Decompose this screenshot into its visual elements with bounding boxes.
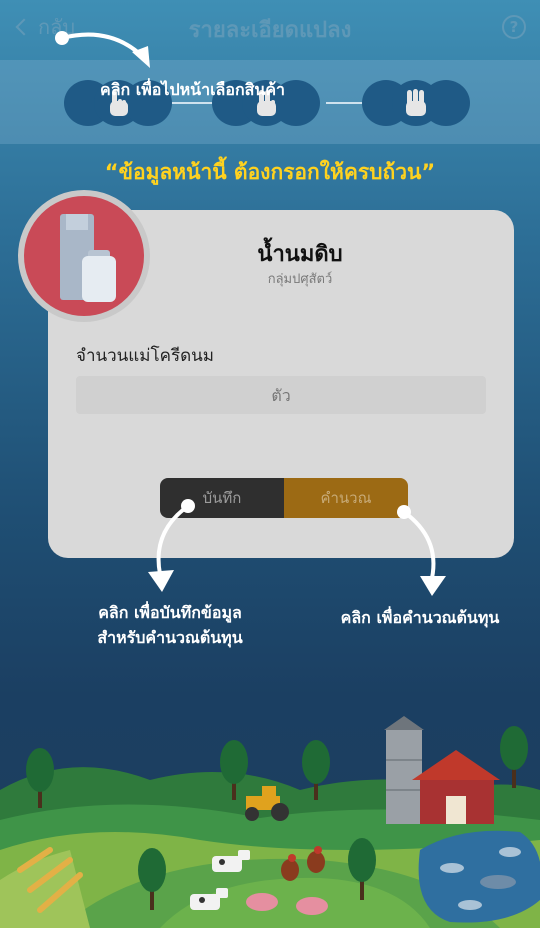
farm-illustration <box>0 716 540 928</box>
milk-carton-top <box>66 214 88 230</box>
save-button[interactable]: บันทึก <box>160 478 284 518</box>
cow-count-input[interactable] <box>76 376 486 414</box>
pond-icon <box>418 830 540 923</box>
tree-icon <box>500 726 528 788</box>
calculate-button[interactable]: คำนวณ <box>284 478 408 518</box>
product-name: น้ำนมดิบ <box>257 242 343 267</box>
product-group: กลุ่มปศุสัตว์ <box>267 272 333 287</box>
page-title: รายละเอียดแปลง <box>188 18 352 43</box>
hand-three-fingers-icon <box>406 89 426 116</box>
calculate-hint: คลิก เพื่อคำนวณต้นทุน <box>340 608 500 627</box>
pig-icon <box>246 893 278 911</box>
step-3[interactable] <box>362 80 470 126</box>
save-hint: คลิก เพื่อบันทึกข้อมูล สำหรับคำนวณต้นทุน <box>70 600 270 650</box>
pig-icon <box>296 897 328 915</box>
step-hint: คลิก เพื่อไปหน้าเลือกสินค้า <box>100 80 286 99</box>
silo-icon <box>384 716 424 824</box>
milk-bottle-shape <box>82 256 116 302</box>
screen: กลับ รายละเอียดแปลง ? คลิก เพื่อไปหน้าเล… <box>0 0 540 928</box>
save-hint-line: คลิก เพื่อบันทึกข้อมูล <box>98 603 242 622</box>
barn-icon <box>412 750 500 824</box>
required-notice: “ข้อมูลหน้านี้ ต้องกรอกให้ครบถ้วน” <box>104 160 436 184</box>
help-icon[interactable]: ? <box>502 15 526 39</box>
cow-count-label: จำนวนแม่โครีดนม <box>76 346 214 366</box>
save-hint-line: สำหรับคำนวณต้นทุน <box>97 628 243 647</box>
header: กลับ รายละเอียดแปลง ? <box>0 0 540 56</box>
step-connector <box>326 102 366 104</box>
